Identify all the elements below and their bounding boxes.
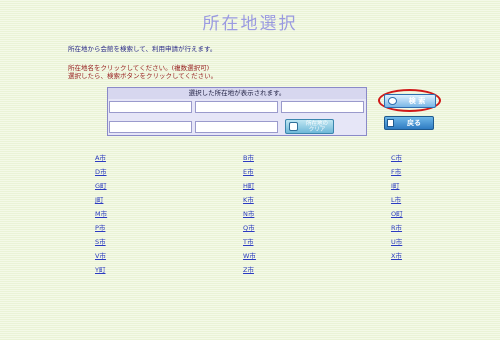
city-link[interactable]: Z市	[243, 266, 254, 274]
city-link[interactable]: Q市	[243, 224, 255, 232]
city-link[interactable]: H町	[243, 182, 254, 190]
selected-location-cell-2	[195, 101, 278, 113]
city-link[interactable]: Y町	[95, 266, 105, 274]
city-link[interactable]: K市	[243, 196, 254, 204]
city-link[interactable]: U市	[391, 238, 402, 246]
back-button-label: 戻る	[407, 119, 421, 127]
description-search: 所在地から会館を検索して、利用申請が行えます。	[68, 45, 217, 53]
city-link[interactable]: X市	[391, 252, 402, 260]
selected-location-cell-3	[281, 101, 364, 113]
city-link[interactable]: R市	[391, 224, 402, 232]
city-link[interactable]: F市	[391, 168, 401, 176]
city-link[interactable]: C市	[391, 154, 402, 162]
city-link[interactable]: J町	[95, 196, 103, 204]
selected-locations-panel: 選択した所在地が表示されます。 所在地の クリア	[107, 87, 367, 136]
clear-locations-button[interactable]: 所在地の クリア	[285, 119, 334, 134]
city-link[interactable]: B市	[243, 154, 254, 162]
city-link[interactable]: O町	[391, 210, 403, 218]
city-link[interactable]: P市	[95, 224, 105, 232]
city-link[interactable]: L市	[391, 196, 401, 204]
instruction-click-search: 選択したら、検索ボタンをクリックしてください。	[68, 72, 218, 80]
clear-icon	[289, 122, 298, 131]
clear-locations-label: 所在地の クリア	[305, 121, 328, 133]
city-link[interactable]: S市	[95, 238, 106, 246]
city-link[interactable]: G町	[95, 182, 107, 190]
back-button[interactable]: 戻る	[384, 116, 434, 130]
search-button[interactable]: 検 索	[384, 94, 436, 108]
city-link[interactable]: M市	[95, 210, 107, 218]
city-link[interactable]: V市	[95, 252, 106, 260]
city-link[interactable]: T市	[243, 238, 253, 246]
city-link[interactable]: I町	[391, 182, 399, 190]
selected-location-cell-5	[195, 121, 278, 133]
back-icon	[387, 119, 394, 127]
selected-location-cell-1	[109, 101, 192, 113]
city-link[interactable]: D市	[95, 168, 107, 176]
selected-location-cell-4	[109, 121, 192, 133]
city-link[interactable]: N市	[243, 210, 254, 218]
city-link[interactable]: E市	[243, 168, 254, 176]
search-icon	[388, 97, 397, 105]
selected-locations-header: 選択した所在地が表示されます。	[108, 88, 366, 99]
city-link[interactable]: A市	[95, 154, 106, 162]
page-title: 所在地選択	[202, 14, 298, 34]
search-button-label: 検 索	[408, 97, 426, 105]
city-link[interactable]: W市	[243, 252, 256, 260]
